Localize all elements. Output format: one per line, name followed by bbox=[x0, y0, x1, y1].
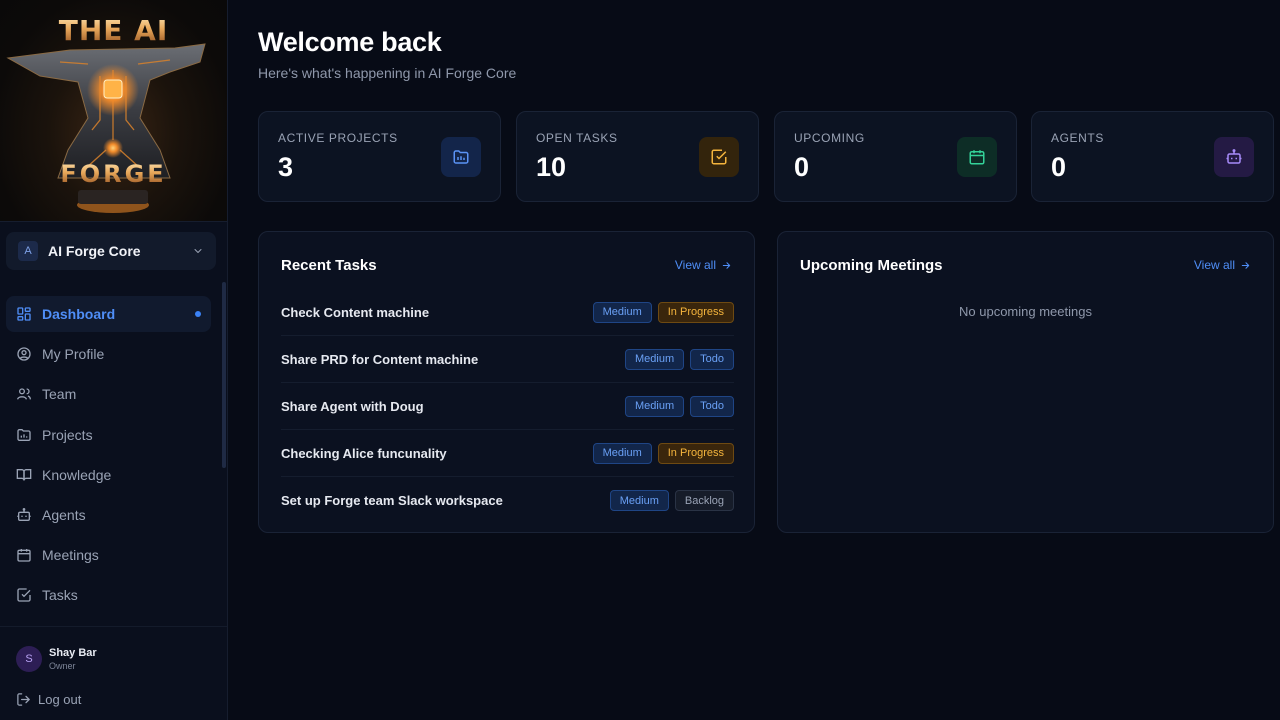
sidebar-item-my-profile[interactable]: My Profile bbox=[6, 336, 211, 372]
workspace-switcher[interactable]: A AI Forge Core bbox=[6, 232, 216, 270]
sidebar-divider bbox=[0, 626, 227, 627]
page-title: Welcome back bbox=[258, 27, 442, 57]
recent-tasks-panel: Recent Tasks View all Check Content mach… bbox=[258, 231, 755, 533]
stat-value: 0 bbox=[1051, 152, 1067, 182]
view-all-label: View all bbox=[1193, 258, 1235, 272]
sidebar-item-dashboard[interactable]: Dashboard bbox=[6, 296, 211, 332]
panel-title: Recent Tasks bbox=[281, 257, 377, 274]
upcoming-meetings-panel: Upcoming Meetings View all No upcoming m… bbox=[777, 231, 1274, 533]
sidebar-item-label: Tasks bbox=[42, 587, 78, 604]
stat-card-agents: AGENTS 0 bbox=[1031, 111, 1274, 202]
stat-icon-box bbox=[957, 137, 997, 177]
user-profile[interactable]: S Shay Bar Owner bbox=[16, 646, 97, 672]
page-subtitle: Here's what's happening in AI Forge Core bbox=[258, 65, 517, 81]
task-title: Share PRD for Content machine bbox=[281, 351, 479, 367]
task-row[interactable]: Checking Alice funcunality Medium In Pro… bbox=[281, 430, 734, 477]
sidebar-nav: Dashboard My Profile Team Projects Knowl… bbox=[6, 296, 211, 618]
stat-value: 3 bbox=[278, 152, 294, 182]
avatar: S bbox=[16, 646, 42, 672]
check-square-icon bbox=[17, 588, 31, 602]
sidebar-item-knowledge[interactable]: Knowledge bbox=[6, 457, 211, 493]
stat-label: AGENTS bbox=[1051, 131, 1104, 145]
task-title: Set up Forge team Slack workspace bbox=[281, 493, 503, 508]
active-indicator-dot bbox=[195, 311, 201, 317]
priority-badge: Medium bbox=[625, 348, 685, 370]
view-all-tasks-link[interactable]: View all bbox=[675, 258, 732, 272]
user-name: Shay Bar bbox=[49, 647, 97, 659]
task-row[interactable]: Share PRD for Content machine Medium Tod… bbox=[281, 336, 734, 383]
user-role: Owner bbox=[49, 661, 76, 671]
sidebar-item-label: Agents bbox=[42, 506, 86, 523]
status-badge: Todo bbox=[690, 348, 734, 370]
task-title: Check Content machine bbox=[281, 304, 430, 320]
status-badge: Backlog bbox=[674, 490, 734, 511]
sidebar-item-agents[interactable]: Agents bbox=[6, 497, 211, 533]
logo-title-bottom: FORGE bbox=[0, 160, 227, 188]
stat-value: 0 bbox=[794, 152, 810, 182]
bot-icon bbox=[1226, 149, 1242, 164]
brand-logo: THE AI FORGE bbox=[0, 0, 227, 222]
sidebar-item-label: Knowledge bbox=[42, 466, 112, 483]
sidebar-item-label: Meetings bbox=[42, 547, 99, 564]
stat-label: ACTIVE PROJECTS bbox=[278, 131, 398, 145]
user-circle-icon bbox=[17, 347, 31, 361]
sidebar-item-meetings[interactable]: Meetings bbox=[6, 537, 211, 573]
empty-state-text: No upcoming meetings bbox=[959, 304, 1092, 319]
book-open-icon bbox=[16, 468, 32, 481]
task-title: Share Agent with Doug bbox=[281, 398, 424, 414]
status-badge: In Progress bbox=[657, 301, 734, 323]
status-badge: In Progress bbox=[657, 442, 734, 464]
dashboard-grid-icon bbox=[17, 307, 31, 321]
stat-icon-box bbox=[699, 137, 739, 177]
stat-value: 10 bbox=[536, 152, 567, 182]
sidebar: THE AI FORGE A AI Forge Core Dashboard M… bbox=[0, 0, 228, 720]
task-row[interactable]: Share Agent with Doug Medium Todo bbox=[281, 383, 734, 430]
logout-icon bbox=[17, 693, 30, 706]
check-square-icon bbox=[711, 149, 727, 165]
workspace-badge: A bbox=[18, 241, 38, 261]
stat-card-active-projects: ACTIVE PROJECTS 3 bbox=[258, 111, 501, 202]
panel-title: Upcoming Meetings bbox=[800, 257, 943, 274]
logo-title-top: THE AI bbox=[0, 14, 227, 47]
folder-icon bbox=[17, 428, 31, 441]
task-row[interactable]: Check Content machine Medium In Progress bbox=[281, 289, 734, 336]
sidebar-item-label: Dashboard bbox=[42, 306, 116, 322]
priority-badge: Medium bbox=[625, 395, 685, 417]
bot-icon bbox=[17, 507, 31, 521]
main-content: Welcome back Here's what's happening in … bbox=[258, 0, 1274, 720]
sidebar-item-team[interactable]: Team bbox=[6, 376, 211, 412]
priority-badge: Medium bbox=[609, 490, 669, 511]
sidebar-item-projects[interactable]: Projects bbox=[6, 417, 211, 453]
stat-label: OPEN TASKS bbox=[536, 131, 618, 145]
stat-label: UPCOMING bbox=[794, 131, 865, 145]
stat-icon-box bbox=[1214, 137, 1254, 177]
workspace-name: AI Forge Core bbox=[48, 243, 141, 259]
task-list: Check Content machine Medium In Progress… bbox=[281, 289, 734, 524]
view-all-meetings-link[interactable]: View all bbox=[1194, 258, 1251, 272]
calendar-icon bbox=[969, 150, 985, 165]
priority-badge: Medium bbox=[592, 301, 652, 323]
priority-badge: Medium bbox=[592, 442, 652, 464]
sidebar-item-label: Projects bbox=[42, 426, 93, 443]
sidebar-item-tasks[interactable]: Tasks bbox=[6, 577, 211, 613]
sidebar-item-label: Team bbox=[42, 386, 77, 403]
arrow-right-icon bbox=[1241, 261, 1250, 269]
stat-card-open-tasks: OPEN TASKS 10 bbox=[516, 111, 759, 202]
sidebar-scrollbar[interactable] bbox=[222, 282, 226, 468]
logout-label: Log out bbox=[38, 692, 82, 707]
status-badge: Todo bbox=[690, 395, 734, 417]
task-title: Checking Alice funcunality bbox=[281, 445, 447, 461]
calendar-icon bbox=[17, 549, 31, 562]
task-row[interactable]: Set up Forge team Slack workspace Medium… bbox=[281, 477, 734, 524]
logout-button[interactable]: Log out bbox=[16, 692, 81, 707]
stat-icon-box bbox=[441, 137, 481, 177]
arrow-right-icon bbox=[722, 261, 731, 269]
view-all-label: View all bbox=[674, 258, 716, 272]
folder-chart-icon bbox=[453, 150, 469, 164]
stat-card-upcoming: UPCOMING 0 bbox=[774, 111, 1017, 202]
sidebar-item-label: My Profile bbox=[42, 346, 105, 363]
users-icon bbox=[17, 388, 31, 400]
chevron-down-icon bbox=[194, 249, 202, 253]
